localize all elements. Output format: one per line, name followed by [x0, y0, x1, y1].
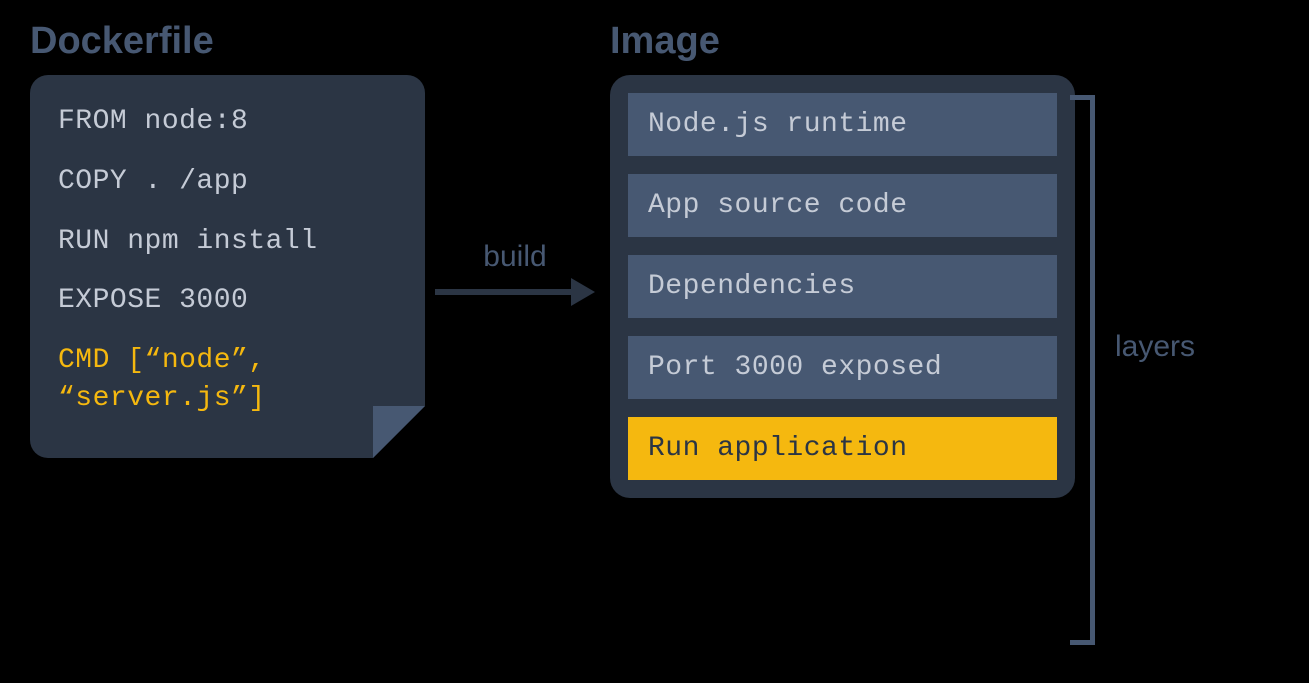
layer-runtime: Node.js runtime: [628, 93, 1057, 156]
dockerfile-section: Dockerfile FROM node:8 COPY . /app RUN n…: [30, 20, 430, 458]
image-section: Image Node.js runtime App source code De…: [610, 20, 1075, 498]
image-title: Image: [610, 20, 1075, 63]
layer-port: Port 3000 exposed: [628, 336, 1057, 399]
layers-label: layers: [1115, 330, 1195, 364]
image-card: Node.js runtime App source code Dependen…: [610, 75, 1075, 498]
dockerfile-line-expose: EXPOSE 3000: [58, 282, 397, 320]
build-arrow-icon: [435, 276, 595, 306]
layers-bracket-icon: [1065, 95, 1095, 645]
dockerfile-card: FROM node:8 COPY . /app RUN npm install …: [30, 75, 425, 458]
dockerfile-line-cmd: CMD [“node”, “server.js”]: [58, 342, 397, 418]
layer-source: App source code: [628, 174, 1057, 237]
dockerfile-line-from: FROM node:8: [58, 103, 397, 141]
layer-dependencies: Dependencies: [628, 255, 1057, 318]
dockerfile-line-run: RUN npm install: [58, 223, 397, 261]
dockerfile-line-copy: COPY . /app: [58, 163, 397, 201]
build-arrow-section: build: [430, 20, 600, 306]
layer-run: Run application: [628, 417, 1057, 480]
dockerfile-title: Dockerfile: [30, 20, 430, 63]
arrow-label: build: [483, 240, 546, 274]
